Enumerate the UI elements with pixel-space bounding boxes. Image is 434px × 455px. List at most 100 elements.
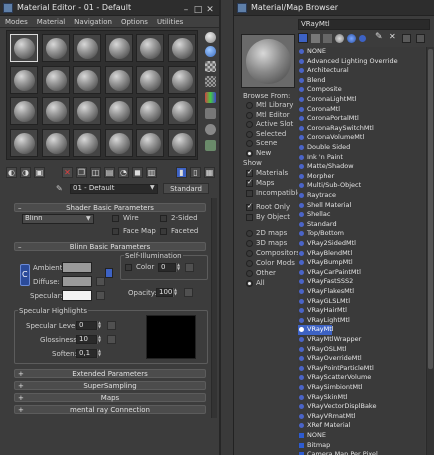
view-small-icons-text-icon[interactable] <box>323 34 332 43</box>
sample-slot[interactable] <box>10 97 38 125</box>
list-item[interactable]: VRayMtl <box>298 325 334 335</box>
sample-slot[interactable] <box>73 128 101 157</box>
list-item[interactable]: Blend <box>298 76 423 86</box>
rollout-extended[interactable]: + Extended Parameters <box>14 369 206 378</box>
sample-slot[interactable] <box>41 65 70 94</box>
view-small-icons-icon[interactable] <box>311 34 320 43</box>
specular-level-value[interactable]: 0 <box>76 321 97 330</box>
video-color-check-icon[interactable] <box>205 92 216 103</box>
sample-slot[interactable] <box>136 128 164 157</box>
list-item[interactable]: CoronaLightMtl <box>298 95 423 105</box>
browser-search-input[interactable]: VRayMtl <box>298 19 430 30</box>
wire-checkbox[interactable] <box>112 215 119 222</box>
list-item[interactable]: VRayBumpMtl <box>298 258 423 268</box>
sample-slot[interactable] <box>167 97 196 125</box>
browse-from-radio[interactable] <box>246 102 253 109</box>
reset-map-icon[interactable]: ✕ <box>62 167 73 178</box>
go-to-parent-icon[interactable]: ▮ <box>176 167 187 178</box>
specular-color-swatch[interactable] <box>62 290 92 301</box>
browse-from-radio[interactable] <box>246 130 253 138</box>
sample-slot[interactable] <box>167 65 196 94</box>
rollout-maps[interactable]: + Maps <box>14 393 206 402</box>
material-editor-scrollbar[interactable] <box>211 198 217 418</box>
sample-slot[interactable] <box>136 97 164 125</box>
map-type-radio[interactable] <box>246 250 253 257</box>
list-item[interactable]: VRayOSLMtl <box>298 345 423 355</box>
list-item[interactable]: Shellac <box>298 210 423 220</box>
list-item[interactable]: VRayFlakesMtl <box>298 287 423 297</box>
sample-slot[interactable] <box>104 65 133 94</box>
menu-modes[interactable]: Modes <box>5 16 28 28</box>
self-illum-color-value[interactable]: 0 <box>158 263 176 272</box>
sample-slot[interactable] <box>104 97 133 125</box>
list-item[interactable]: CoronaMtl <box>298 105 423 115</box>
go-forward-to-sibling-icon[interactable]: ▯ <box>190 167 201 178</box>
menu-options[interactable]: Options <box>121 16 148 28</box>
list-item[interactable]: Top/Bottom <box>298 229 423 239</box>
self-illum-map-button[interactable] <box>185 263 194 272</box>
maximize-button[interactable]: □ <box>192 2 204 18</box>
opacity-spinner[interactable]: ▲ ▼ <box>173 288 177 297</box>
list-item[interactable]: VRayMtlWrapper <box>298 335 423 345</box>
list-item[interactable]: VRayGLSLMtl <box>298 297 423 307</box>
close-button[interactable]: ✕ <box>204 2 216 18</box>
lock-ambient-diffuse-button[interactable]: C <box>20 264 30 286</box>
sample-slot[interactable] <box>10 65 38 94</box>
make-unique-icon[interactable]: ◫ <box>90 167 101 178</box>
show-checkbox[interactable] <box>246 190 253 197</box>
list-item[interactable]: VRayScatterVolume <box>298 373 423 383</box>
show-shaded-icon[interactable]: ◼ <box>132 167 143 178</box>
list-item[interactable]: VRayPointParticleMtl <box>298 364 423 374</box>
list-item[interactable]: VRayVectorDisplBake <box>298 402 423 412</box>
soften-spinner[interactable]: ▲ ▼ <box>97 349 101 358</box>
list-item[interactable]: Bitmap <box>298 441 423 451</box>
browser-titlebar[interactable]: Material/Map Browser <box>234 0 434 16</box>
opacity-map-button[interactable] <box>184 288 193 297</box>
list-item[interactable]: VRayCarPaintMtl <box>298 268 423 278</box>
rollout-mental-ray[interactable]: + mental ray Connection <box>14 405 206 414</box>
material-editor-titlebar[interactable]: Material Editor - 01 - Default – □ ✕ <box>0 0 219 16</box>
sample-slot[interactable] <box>73 97 101 125</box>
rollout-shader-basic[interactable]: – Shader Basic Parameters <box>14 203 206 212</box>
list-item[interactable]: VRaySkinMtl <box>298 393 423 403</box>
map-type-radio[interactable] <box>246 280 253 287</box>
self-illum-spinner[interactable]: ▲ ▼ <box>176 263 180 272</box>
list-item[interactable]: Double Sided <box>298 143 423 153</box>
blue-sphere-icon[interactable] <box>359 35 366 42</box>
map-type-radio[interactable] <box>246 230 253 237</box>
list-item[interactable]: NONE <box>298 431 423 441</box>
list-item[interactable]: VRayVRmatMtl <box>298 412 423 422</box>
show-checkbox[interactable] <box>246 168 253 177</box>
browser-options-icon[interactable] <box>416 34 425 43</box>
ambient-color-swatch[interactable] <box>62 262 92 273</box>
map-type-radio[interactable] <box>246 270 253 277</box>
list-scrollbar[interactable] <box>426 47 434 455</box>
self-illum-color-checkbox[interactable] <box>125 264 132 271</box>
specular-level-map-button[interactable] <box>107 321 116 330</box>
sample-slot[interactable] <box>136 65 164 94</box>
soften-value[interactable]: 0,1 <box>76 349 97 358</box>
put-to-library-icon[interactable]: ▤ <box>104 167 115 178</box>
list-item[interactable]: VRayLightMtl <box>298 316 423 326</box>
specular-map-button[interactable] <box>96 291 105 300</box>
list-item[interactable]: Standard <box>298 220 423 230</box>
diffuse-map-button[interactable] <box>96 277 105 286</box>
list-item[interactable]: CoronaRaySwitchMtl <box>298 124 423 134</box>
root-only-checkbox[interactable] <box>246 214 253 221</box>
options-icon[interactable] <box>205 124 216 135</box>
sample-uv-tiling-icon[interactable] <box>205 76 216 87</box>
put-to-scene-icon[interactable]: ◑ <box>20 167 31 178</box>
list-item[interactable]: Shell Material <box>298 201 423 211</box>
sample-slot[interactable] <box>41 34 70 62</box>
material-id-channel-icon[interactable]: ◔ <box>118 167 129 178</box>
list-item[interactable]: Morpher <box>298 172 423 182</box>
background-icon[interactable] <box>205 61 216 72</box>
browse-from-radio[interactable] <box>246 121 253 128</box>
shader-type-select[interactable]: Blinn <box>22 214 94 224</box>
show-end-result-icon[interactable]: ▥ <box>146 167 157 178</box>
sample-type-icon[interactable] <box>205 32 216 43</box>
assign-to-selection-icon[interactable]: ▣ <box>34 167 45 178</box>
view-large-icons-icon[interactable] <box>335 34 344 43</box>
opacity-value[interactable]: 100 <box>156 288 173 297</box>
update-scene-icon[interactable] <box>402 34 411 43</box>
